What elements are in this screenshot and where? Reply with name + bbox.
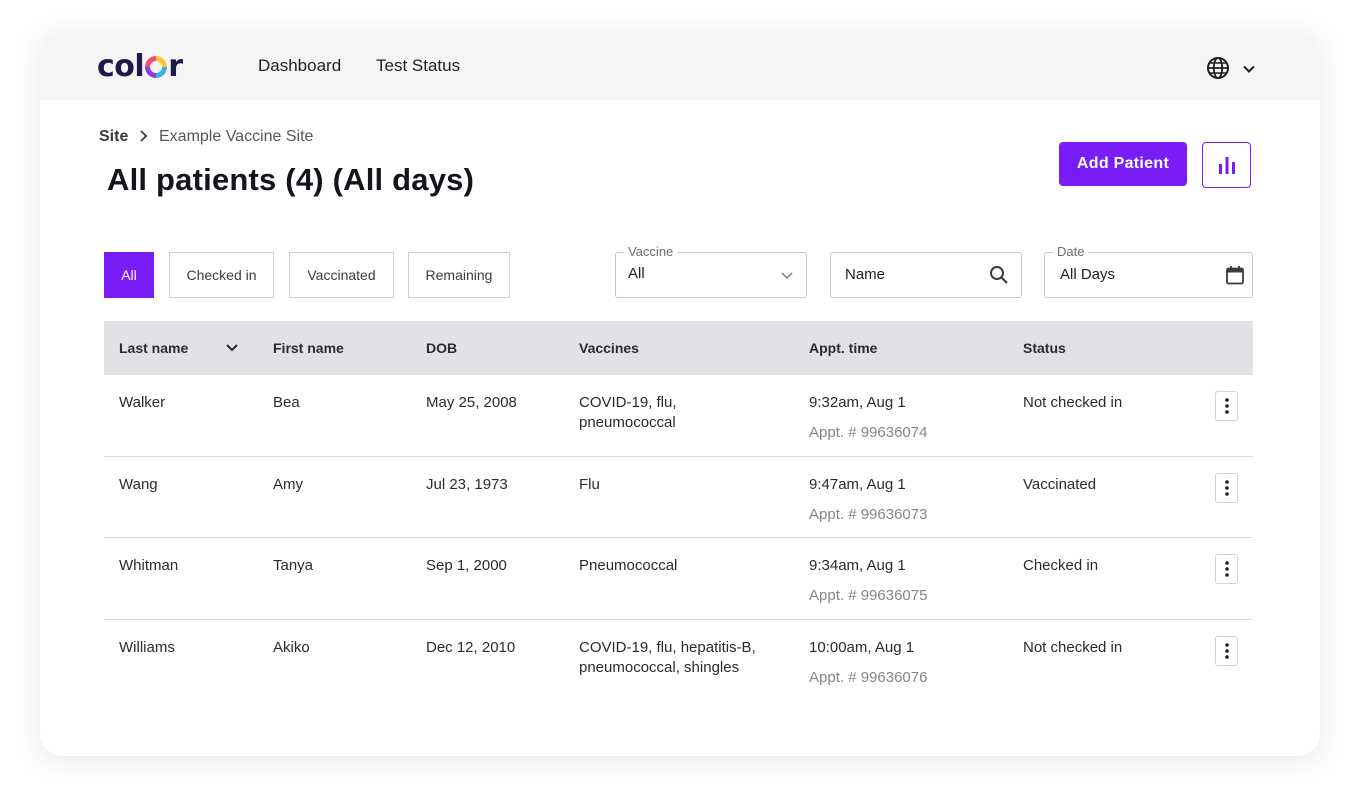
column-header-appt-time: Appt. time	[809, 340, 878, 356]
vaccines-line: pneumococcal	[579, 414, 676, 431]
calendar-icon[interactable]	[1225, 265, 1245, 285]
cell-vaccines: COVID-19, flu, pneumococcal	[579, 393, 677, 433]
cell-dob: Jul 23, 1973	[426, 475, 508, 493]
row-actions-button[interactable]	[1215, 635, 1238, 666]
nav-test-status[interactable]: Test Status	[376, 56, 460, 76]
globe-icon[interactable]	[1206, 56, 1230, 80]
table-row[interactable]: Walker Bea May 25, 2008 COVID-19, flu, p…	[104, 375, 1253, 457]
vaccines-line: COVID-19, flu,	[579, 394, 677, 411]
appt-number: Appt. # 99636076	[809, 668, 928, 686]
sort-chevron-down-icon[interactable]	[225, 342, 239, 354]
chevron-down-icon	[781, 272, 793, 280]
appt-time: 10:00am, Aug 1	[809, 638, 915, 656]
table-row[interactable]: Whitman Tanya Sep 1, 2000 Pneumococcal 9…	[104, 538, 1253, 620]
filter-checked-in-button[interactable]: Checked in	[169, 252, 274, 298]
vaccine-select-value: All	[628, 265, 645, 282]
filter-remaining-button[interactable]: Remaining	[408, 252, 510, 298]
filter-all-button[interactable]: All	[104, 252, 154, 298]
cell-dob: Sep 1, 2000	[426, 557, 507, 574]
cell-status: Checked in	[1023, 557, 1099, 574]
top-navigation-bar: col r Dashboard Test Status	[40, 32, 1320, 100]
appt-number: Appt. # 99636073	[809, 505, 928, 523]
date-picker-value: All Days	[1060, 266, 1116, 283]
appt-time: 9:32am, Aug 1	[809, 394, 906, 411]
vaccines-line: pneumococcal, shingles	[579, 658, 740, 676]
patients-table: Last name First name DOB Vaccines Appt. …	[104, 321, 1253, 701]
appt-time: 9:34am, Aug 1	[809, 557, 906, 574]
cell-appt-time: 9:34am, Aug 1 Appt. # 99636075	[809, 556, 927, 606]
kebab-menu-icon	[1224, 398, 1229, 414]
search-icon[interactable]	[989, 265, 1009, 285]
vaccines-line: Pneumococcal	[579, 557, 678, 574]
vaccines-line: COVID-19, flu, hepatitis-B,	[579, 638, 756, 656]
table-header: Last name First name DOB Vaccines Appt. …	[104, 321, 1253, 375]
cell-appt-time: 10:00am, Aug 1 Appt. # 99636076	[809, 638, 927, 688]
cell-dob: May 25, 2008	[426, 394, 517, 411]
name-search-placeholder: Name	[845, 266, 886, 283]
cell-vaccines: Pneumococcal	[579, 556, 677, 576]
column-header-vaccines: Vaccines	[579, 340, 639, 356]
vaccine-select-label: Vaccine	[624, 244, 678, 260]
kebab-menu-icon	[1224, 479, 1229, 496]
logo-ring-icon	[145, 56, 168, 78]
vaccine-select[interactable]: Vaccine All	[615, 244, 807, 298]
name-search-field[interactable]: Name	[830, 252, 1022, 298]
logo-text-right: r	[168, 48, 183, 84]
cell-last-name: Williams	[119, 638, 175, 656]
cell-status: Not checked in	[1023, 638, 1123, 656]
row-actions-button[interactable]	[1215, 391, 1238, 421]
table-row[interactable]: Wang Amy Jul 23, 1973 Flu 9:47am, Aug 1 …	[104, 457, 1253, 538]
column-header-last-name[interactable]: Last name	[119, 340, 188, 356]
cell-last-name: Whitman	[119, 557, 179, 574]
cell-dob: Dec 12, 2010	[426, 638, 516, 656]
appt-number: Appt. # 99636075	[809, 587, 928, 604]
color-logo[interactable]: col r	[97, 46, 183, 86]
add-patient-button[interactable]: Add Patient	[1059, 142, 1187, 186]
cell-last-name: Walker	[119, 394, 166, 411]
column-header-status: Status	[1023, 340, 1066, 356]
cell-vaccines: COVID-19, flu, hepatitis-B, pneumococcal…	[579, 638, 756, 678]
breadcrumb-site[interactable]: Site	[99, 128, 128, 146]
cell-appt-time: 9:32am, Aug 1 Appt. # 99636074	[809, 393, 927, 443]
appt-time: 9:47am, Aug 1	[809, 475, 906, 493]
cell-first-name: Amy	[273, 475, 303, 493]
nav-dashboard[interactable]: Dashboard	[258, 56, 341, 76]
stats-chart-button[interactable]	[1202, 142, 1251, 188]
appt-number: Appt. # 99636074	[809, 424, 928, 441]
bar-chart-icon	[1218, 157, 1235, 174]
cell-first-name: Bea	[273, 394, 300, 411]
column-header-first-name: First name	[273, 340, 344, 356]
cell-status: Vaccinated	[1023, 475, 1097, 493]
column-header-dob: DOB	[426, 340, 458, 356]
filter-vaccinated-button[interactable]: Vaccinated	[289, 252, 394, 298]
date-picker-label: Date	[1053, 244, 1089, 260]
kebab-menu-icon	[1224, 642, 1229, 659]
row-actions-button[interactable]	[1215, 554, 1238, 584]
table-row[interactable]: Williams Akiko Dec 12, 2010 COVID-19, fl…	[104, 620, 1253, 702]
cell-last-name: Wang	[119, 475, 158, 493]
cell-first-name: Akiko	[273, 638, 310, 656]
breadcrumb-current: Example Vaccine Site	[159, 128, 314, 145]
kebab-menu-icon	[1224, 561, 1229, 577]
cell-status: Not checked in	[1023, 394, 1123, 411]
app-window: col r Dashboard Test Status Site Example …	[40, 32, 1320, 756]
logo-text-left: col	[97, 48, 145, 84]
chevron-right-icon	[140, 130, 148, 142]
cell-vaccines: Flu	[579, 475, 600, 495]
cell-appt-time: 9:47am, Aug 1 Appt. # 99636073	[809, 475, 927, 525]
page-title: All patients (4) (All days)	[107, 162, 475, 197]
vaccines-line: Flu	[579, 475, 600, 493]
date-picker-field[interactable]: Date All Days	[1044, 244, 1253, 298]
cell-first-name: Tanya	[273, 557, 314, 574]
language-chevron-down-icon[interactable]	[1242, 62, 1256, 76]
row-actions-button[interactable]	[1215, 472, 1238, 503]
